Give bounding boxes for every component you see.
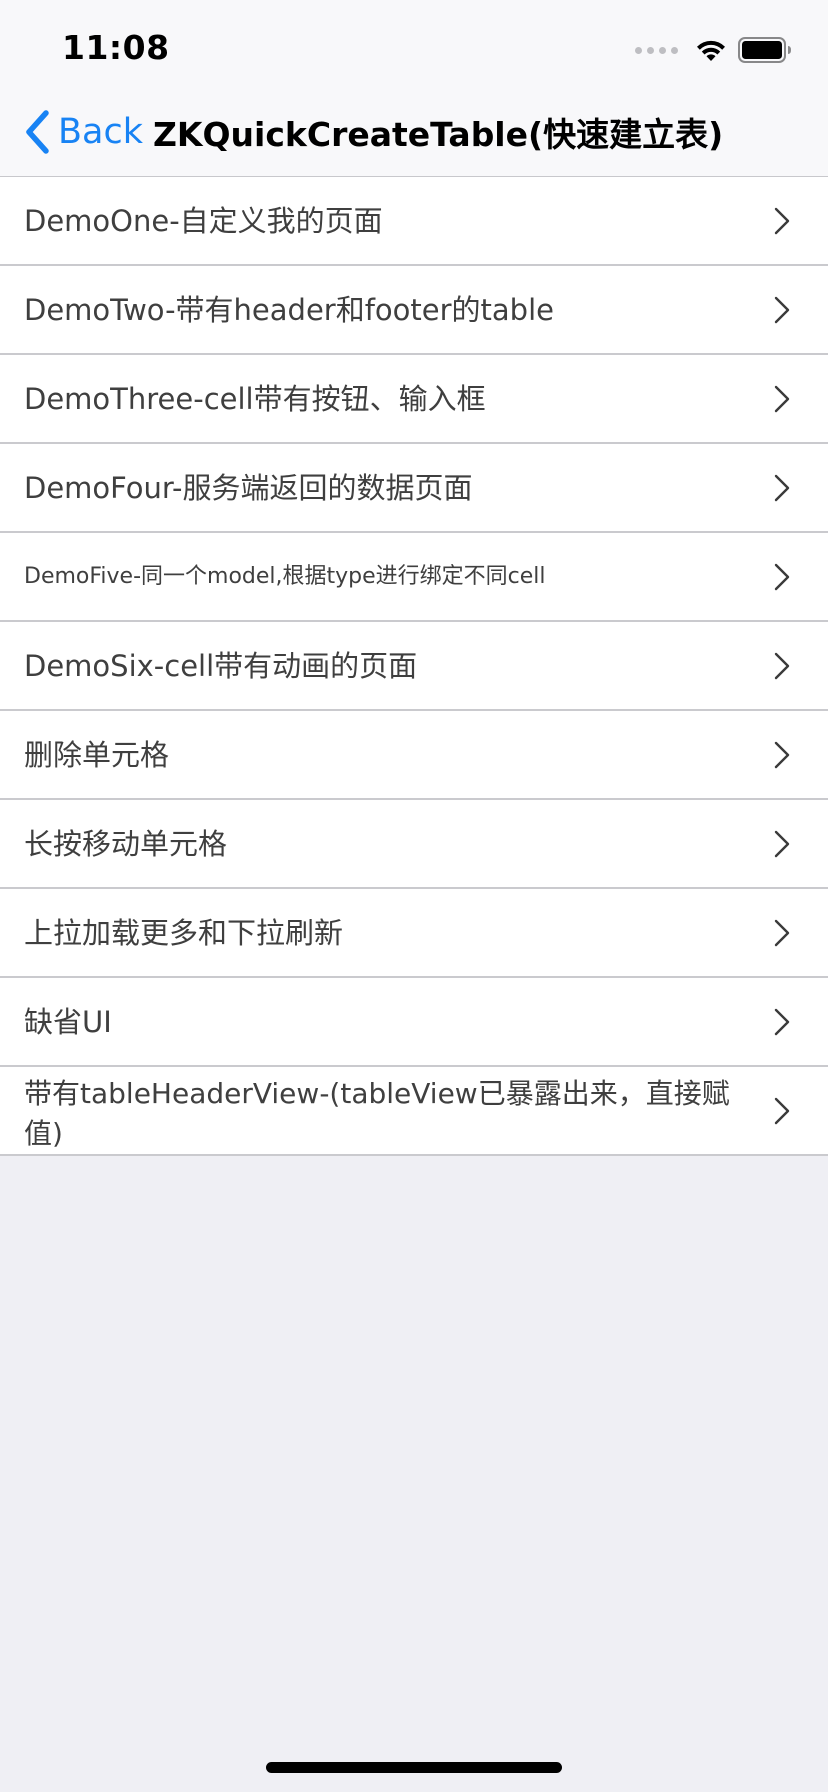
row-label: 上拉加载更多和下拉刷新 — [24, 915, 344, 950]
chevron-right-icon — [774, 474, 790, 501]
chevron-right-icon — [774, 385, 790, 412]
table-row[interactable]: 上拉加载更多和下拉刷新 — [0, 889, 828, 978]
chevron-right-icon — [774, 830, 790, 857]
back-button[interactable]: Back — [22, 104, 143, 160]
row-label: DemoFour-服务端返回的数据页面 — [24, 470, 473, 505]
table-row[interactable]: 带有tableHeaderView-(tableView已暴露出来，直接赋值) — [0, 1067, 828, 1156]
wifi-icon — [697, 40, 725, 61]
chevron-right-icon — [774, 563, 790, 590]
chevron-left-icon — [26, 110, 49, 154]
top-bar: 11:08 Back ZKQuickCreateTable(快速建立表) — [0, 0, 828, 177]
menu-table: DemoOne-自定义我的页面 DemoTwo-带有header和footer的… — [0, 177, 828, 1156]
home-indicator[interactable] — [266, 1762, 562, 1773]
row-label: DemoFive-同一个model,根据type进行绑定不同cell — [24, 563, 546, 589]
table-row[interactable]: DemoTwo-带有header和footer的table — [0, 266, 828, 355]
table-row[interactable]: 长按移动单元格 — [0, 800, 828, 889]
table-row[interactable]: 缺省UI — [0, 978, 828, 1067]
table-row[interactable]: DemoFive-同一个model,根据type进行绑定不同cell — [0, 533, 828, 622]
page-title: ZKQuickCreateTable(快速建立表) — [153, 115, 724, 154]
back-label: Back — [58, 112, 143, 152]
chevron-right-icon — [774, 207, 790, 234]
row-label: DemoTwo-带有header和footer的table — [24, 292, 554, 327]
status-indicators — [635, 35, 792, 65]
row-label: 长按移动单元格 — [24, 826, 228, 861]
table-row[interactable]: DemoFour-服务端返回的数据页面 — [0, 444, 828, 533]
table-row[interactable]: 删除单元格 — [0, 711, 828, 800]
chevron-right-icon — [774, 652, 790, 679]
chevron-right-icon — [774, 1097, 790, 1124]
row-label: DemoSix-cell带有动画的页面 — [24, 648, 418, 683]
table-row[interactable]: DemoSix-cell带有动画的页面 — [0, 622, 828, 711]
row-label: DemoOne-自定义我的页面 — [24, 203, 383, 238]
chevron-right-icon — [774, 1008, 790, 1035]
row-label: 带有tableHeaderView-(tableView已暴露出来，直接赋值) — [24, 1077, 730, 1150]
chevron-right-icon — [774, 296, 790, 323]
table-row[interactable]: DemoOne-自定义我的页面 — [0, 177, 828, 266]
row-label: DemoThree-cell带有按钮、输入框 — [24, 381, 486, 416]
row-label: 删除单元格 — [24, 737, 170, 772]
chevron-right-icon — [774, 741, 790, 768]
signal-icon — [635, 46, 678, 54]
row-label: 缺省UI — [24, 1004, 112, 1039]
chevron-right-icon — [774, 919, 790, 946]
battery-icon — [738, 37, 791, 63]
status-time: 11:08 — [62, 28, 170, 67]
table-row[interactable]: DemoThree-cell带有按钮、输入框 — [0, 355, 828, 444]
